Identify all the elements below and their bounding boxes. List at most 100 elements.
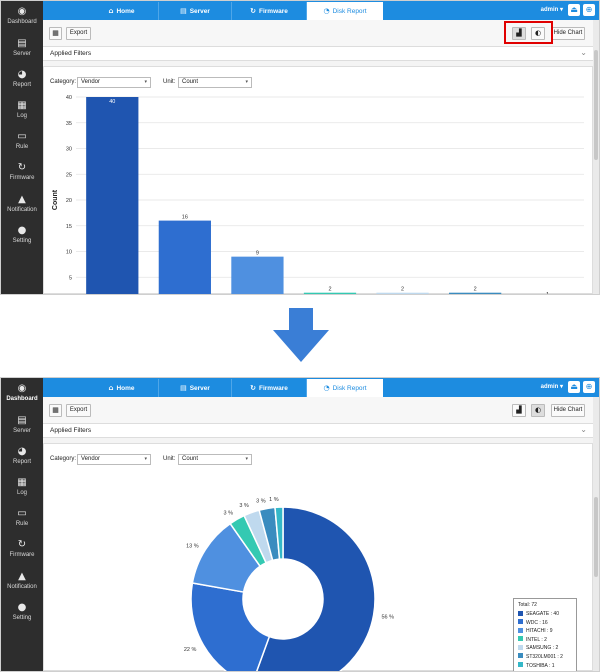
slice-percent-label: 22 % [184, 647, 197, 653]
sidebar-item-label: Log [16, 113, 27, 119]
sidebar-item-report[interactable]: ◕ Report [1, 68, 43, 98]
bar-st320lm001[interactable] [449, 292, 502, 295]
disk-report-icon: ◔ [323, 384, 330, 392]
legend-item[interactable]: SEAGATE : 40 [518, 610, 572, 619]
report-icon: ◕ [17, 446, 27, 457]
sidebar-item-server[interactable]: ▤ Server [1, 414, 43, 444]
tab-firmware[interactable]: ↻ Firmware [232, 2, 307, 20]
user-menu[interactable]: admin ▾ [541, 383, 563, 390]
tab-label: Home [116, 385, 135, 392]
donut-chart: 56 %22 %13 %3 %3 %3 % 1 % [184, 497, 394, 672]
sidebar-item-notification[interactable]: ▲ Notification [1, 570, 43, 600]
legend-item[interactable]: SAMSUNG : 2 [518, 644, 572, 653]
tab-home[interactable]: ⌂ Home [85, 379, 159, 397]
sidebar-item-rule[interactable]: ▭ Rule [1, 507, 43, 537]
sidebar-item-label: Firmware [9, 552, 35, 558]
top-nav: ⌂ Home ▤ Server ↻ Firmware ◔ Disk Report admin ▾… [43, 378, 599, 397]
tab-home[interactable]: ⌂ Home [85, 2, 159, 20]
category-value: Vendor [81, 79, 101, 85]
server-icon: ▤ [17, 38, 27, 49]
applied-filters-bar[interactable]: Applied Filters ⌄ [43, 46, 593, 61]
export-button[interactable]: Export [66, 27, 91, 40]
bar-intel[interactable] [303, 292, 357, 295]
sidebar-item-setting[interactable]: ● Setting [1, 601, 43, 631]
scrollbar[interactable] [593, 397, 599, 671]
y-tick-label: 5 [69, 275, 72, 281]
legend-item[interactable]: INTEL : 2 [518, 636, 572, 645]
bar-seagate[interactable] [86, 97, 139, 295]
legend-total: Total: 72 [518, 602, 537, 608]
sidebar-item-dashboard[interactable]: ◉ Dashboard [1, 382, 43, 412]
sidebar-item-dashboard[interactable]: ◉ Dashboard [1, 5, 43, 35]
logout-icon[interactable]: ⏏ [568, 4, 580, 16]
sidebar-item-firmware[interactable]: ↻ Firmware [1, 538, 43, 568]
scrollbar-thumb[interactable] [594, 50, 598, 160]
tab-label: Server [189, 385, 210, 392]
sidebar-item-label: Setting [12, 615, 32, 621]
bar-samsung[interactable] [376, 292, 429, 295]
legend-label: INTEL : 2 [526, 636, 547, 643]
tab-server[interactable]: ▤ Server [159, 379, 232, 397]
sidebar-item-firmware[interactable]: ↻ Firmware [1, 161, 43, 191]
chart-panel: Category: Vendor ▾ Unit: Count ▾ 0 5 10 15 20 25 30 3… [43, 66, 593, 294]
sidebar-item-label: Dashboard [6, 396, 38, 402]
chevron-down-icon[interactable]: ⌄ [580, 425, 587, 434]
export-button[interactable]: Export [66, 404, 91, 417]
rule-icon: ▭ [17, 508, 27, 519]
tab-label: Home [116, 8, 135, 15]
applied-filters-bar[interactable]: Applied Filters ⌄ [43, 423, 593, 438]
hide-chart-button[interactable]: Hide Chart [551, 27, 585, 40]
dashboard-icon: ◉ [17, 6, 27, 17]
bar-chart-icon: ▟ [516, 406, 522, 414]
scrollbar[interactable] [593, 20, 599, 294]
dashboard-icon: ◉ [17, 383, 27, 394]
grid-view-button[interactable]: ▦ [49, 27, 62, 40]
bar-chart: 0510152025303540Count40SEAGATE16WDC9HITA… [52, 95, 584, 295]
user-menu[interactable]: admin ▾ [541, 6, 563, 13]
hide-chart-button[interactable]: Hide Chart [551, 404, 585, 417]
firmware-icon: ↻ [250, 7, 256, 15]
sidebar-item-log[interactable]: ▦ Log [1, 476, 43, 506]
server-icon: ▤ [180, 384, 187, 392]
logout-icon[interactable]: ⏏ [568, 381, 580, 393]
slice-percent-label: 3 % [224, 510, 234, 516]
globe-icon[interactable]: ⊕ [583, 381, 595, 393]
chart-toggle-highlight [504, 21, 553, 44]
sidebar-item-server[interactable]: ▤ Server [1, 37, 43, 67]
bar-chart-button[interactable]: ▟ [512, 404, 526, 417]
tab-disk-report[interactable]: ◔ Disk Report [307, 2, 383, 20]
y-tick-label: 15 [66, 224, 72, 230]
tab-firmware[interactable]: ↻ Firmware [232, 379, 307, 397]
legend-item[interactable]: WDC : 16 [518, 619, 572, 628]
slice-wdc[interactable] [190, 582, 271, 672]
legend-item[interactable]: HITACHI : 9 [518, 627, 572, 636]
chevron-down-icon[interactable]: ⌄ [580, 48, 587, 57]
legend-label: SAMSUNG : 2 [526, 645, 559, 652]
bar-data-label: 40 [109, 99, 115, 105]
sidebar-item-report[interactable]: ◕ Report [1, 445, 43, 475]
sidebar-item-label: Firmware [9, 175, 35, 181]
legend-item[interactable]: TOSHIBA : 1 [518, 662, 572, 671]
globe-icon[interactable]: ⊕ [583, 4, 595, 16]
category-select[interactable]: Vendor ▾ [77, 77, 151, 88]
server-icon: ▤ [17, 415, 27, 426]
sidebar-item-notification[interactable]: ▲ Notification [1, 193, 43, 223]
pie-chart-button[interactable]: ◐ [531, 404, 545, 417]
log-icon: ▦ [17, 100, 27, 111]
bar-hitachi[interactable] [231, 256, 284, 295]
tab-label: Firmware [258, 385, 288, 392]
sidebar-item-rule[interactable]: ▭ Rule [1, 130, 43, 160]
tab-server[interactable]: ▤ Server [159, 2, 232, 20]
firmware-icon: ↻ [17, 539, 27, 550]
grid-view-button[interactable]: ▦ [49, 404, 62, 417]
notification-icon: ▲ [18, 194, 26, 205]
screenshot-bar-chart-view: ◉ Dashboard ▤ Server ◕ Report ▦ Log ▭ Rule ↻ Firmwa… [0, 0, 600, 295]
sidebar-item-label: Report [12, 82, 31, 88]
legend-item[interactable]: ST320LM001 : 2 [518, 653, 572, 662]
bar-wdc[interactable] [158, 220, 211, 295]
unit-select[interactable]: Count ▾ [178, 77, 252, 88]
tab-disk-report[interactable]: ◔ Disk Report [307, 379, 383, 397]
sidebar-item-setting[interactable]: ● Setting [1, 224, 43, 254]
sidebar-item-log[interactable]: ▦ Log [1, 99, 43, 129]
scrollbar-thumb[interactable] [594, 497, 598, 577]
